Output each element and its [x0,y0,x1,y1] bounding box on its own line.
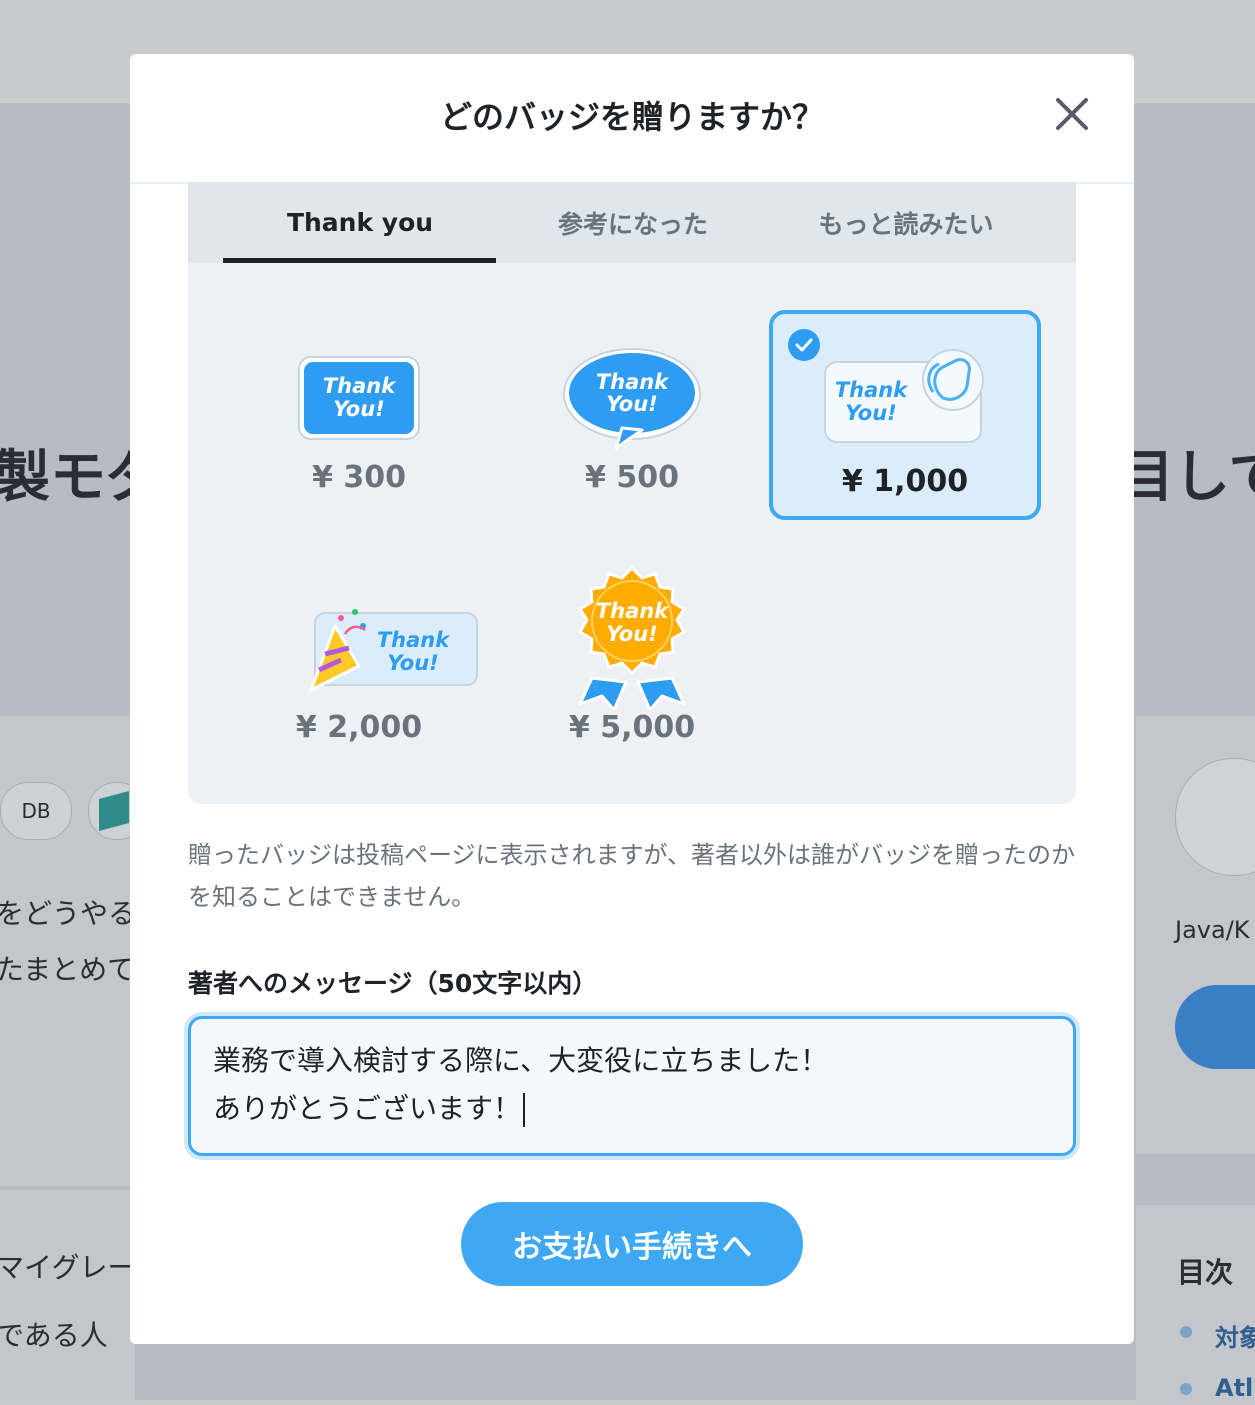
badge-text: You! [845,401,896,425]
badge-option-2000[interactable]: Thank You! ¥ 2,000 [223,560,495,770]
author-name[interactable]: Java/K [1175,916,1250,944]
badge-text: You! [606,392,657,416]
badge-option-500[interactable]: Thank You! ¥ 500 [496,310,768,520]
badge-gift-modal: どのバッジを贈りますか？ Thank you 参考になった もっと読みたい Th… [130,54,1134,1344]
badge-text: You! [606,622,657,646]
cube-icon [99,790,129,832]
article-text-line: マイグレー [0,1251,136,1284]
toc-item[interactable]: 対象 [1215,1318,1255,1353]
badge-text: You! [333,397,384,421]
tab-want-more[interactable]: もっと読みたい [769,182,1043,263]
badge-price: ¥ 300 [312,460,406,495]
badge-option-5000[interactable]: Thank You! ¥ 5,000 [496,560,768,770]
close-button[interactable] [1048,90,1096,138]
article-text-line: をどうやる [0,897,137,930]
badge-text: Thank [596,599,670,623]
medal-badge-icon: Thank You! [578,566,686,710]
modal-title: どのバッジを贈りますか？ [439,98,824,136]
badge-text: Thank [596,370,670,394]
badge-text: You! [387,651,438,675]
message-label: 著者へのメッセージ（50文字以内） [188,969,598,998]
speech-bubble-icon: Thank You! [563,348,701,450]
badge-price: ¥ 500 [585,460,679,495]
modal-header: どのバッジを贈りますか？ [130,54,1134,184]
badge-text: Thank [323,374,397,398]
badge-price: ¥ 2,000 [295,710,423,745]
badge-tabs: Thank you 参考になった もっと読みたい [188,182,1076,263]
message-line-wrap: ありがとうございます！ [213,1085,1051,1133]
badge-option-300[interactable]: Thank You! ¥ 300 [223,310,495,520]
message-line: ありがとうございます！ [213,1092,522,1125]
badge-option-1000[interactable]: Thank You! ¥ 1,000 [769,310,1041,520]
badge-price: ¥ 1,000 [841,464,969,499]
article-body-card [0,1190,135,1400]
toc-title: 目次 [1177,1256,1234,1289]
tab-thank-you[interactable]: Thank you [223,182,497,263]
active-tab-indicator [223,258,496,263]
thank-you-tag-icon: Thank You! [298,356,420,440]
message-input[interactable]: 業務で導入検討する際に、大変役に立ちました！ ありがとうございます！ [188,1016,1076,1156]
follow-button[interactable] [1175,985,1255,1069]
badge-text: Thank [835,378,909,402]
topic-chip-db[interactable]: DB [0,782,72,840]
toc-item[interactable]: Atl [1215,1374,1253,1402]
article-text-line: たまとめて [0,953,136,986]
badge-panel: Thank you 参考になった もっと読みたい Thank You! ¥ 30… [188,182,1076,804]
article-text-line: である人 [0,1319,108,1352]
article-title-fragment-right: 目して [1118,445,1255,510]
close-icon [1056,98,1088,130]
tab-helpful[interactable]: 参考になった [496,182,770,263]
checkmark-icon [788,329,820,361]
proceed-to-payment-button[interactable]: お支払い手続きへ [461,1202,803,1286]
badge-privacy-note: 贈ったバッジは投稿ページに表示されますが、著者以外は誰がバッジを贈ったのかを知る… [188,841,1076,911]
badge-price: ¥ 5,000 [568,710,696,745]
text-caret [523,1093,526,1127]
party-popper-badge-icon: Thank You! [309,609,478,692]
badge-text: Thank [377,628,451,652]
toc-dot-icon [1180,1326,1192,1338]
message-line: 業務で導入検討する際に、大変役に立ちました！ [213,1044,829,1077]
toc-dot-icon [1180,1383,1192,1395]
